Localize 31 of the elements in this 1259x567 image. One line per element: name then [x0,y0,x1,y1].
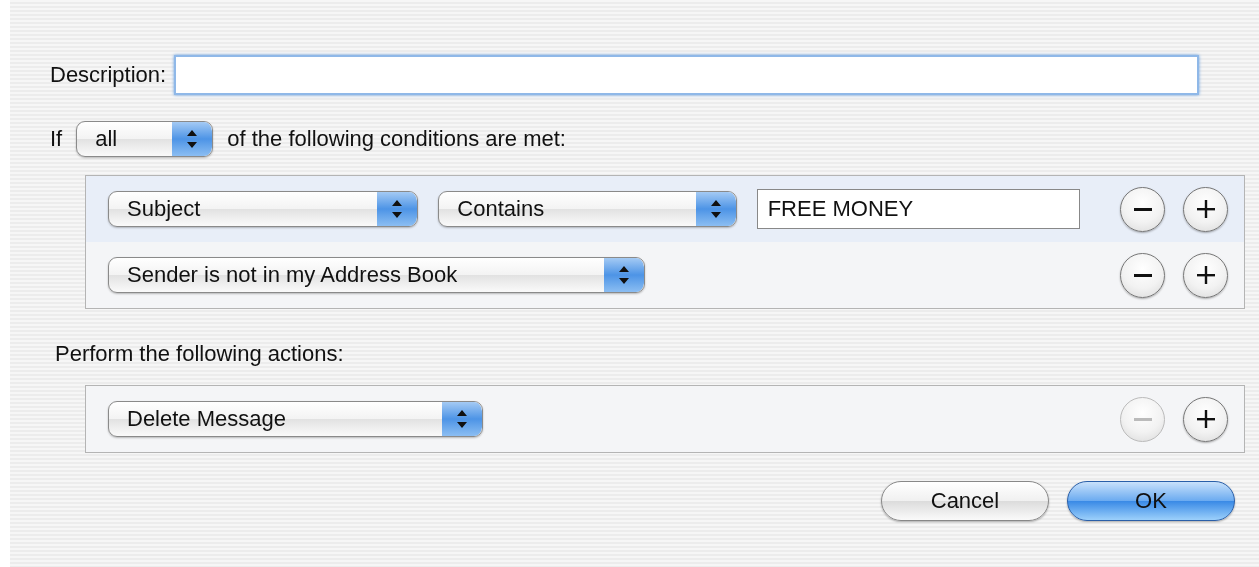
description-field[interactable] [174,55,1200,95]
stepper-icon [172,122,213,156]
field-label: Description: [50,62,167,88]
remove-button[interactable] [1120,252,1165,298]
popup-button[interactable]: Sender is not in my Address Book [108,257,645,293]
stepper-icon [604,258,644,292]
add-button[interactable] [1183,186,1228,232]
label-text: If [50,126,63,152]
plus-icon [1195,409,1216,429]
label-text: of the following conditions are met: [227,126,566,152]
minus-icon [1133,417,1152,421]
minus-icon [1133,207,1152,211]
ok-button[interactable]: OK [1067,481,1235,521]
cancel-button[interactable]: Cancel [881,481,1049,521]
stepper-icon [695,192,736,226]
popup-button[interactable]: Delete Message [108,401,483,437]
stepper-icon [377,192,418,226]
plus-icon [1195,265,1216,285]
minus-icon [1133,273,1152,277]
stepper-icon [442,402,482,436]
plus-icon [1195,199,1216,219]
value-field[interactable]: FREE MONEY [756,189,1080,229]
condition-row[interactable]: Sender is not in my Address Book [86,242,1244,308]
remove-button[interactable] [1120,186,1165,232]
popup-button[interactable]: Contains [438,191,737,227]
popup-button[interactable]: Subject [108,191,419,227]
condition-row[interactable]: Subject Contains FREE MONEY [86,176,1244,242]
add-button[interactable] [1183,396,1228,442]
popup-button[interactable]: all [76,121,214,157]
add-button[interactable] [1183,252,1228,298]
section-label: Perform the following actions: [55,341,344,366]
